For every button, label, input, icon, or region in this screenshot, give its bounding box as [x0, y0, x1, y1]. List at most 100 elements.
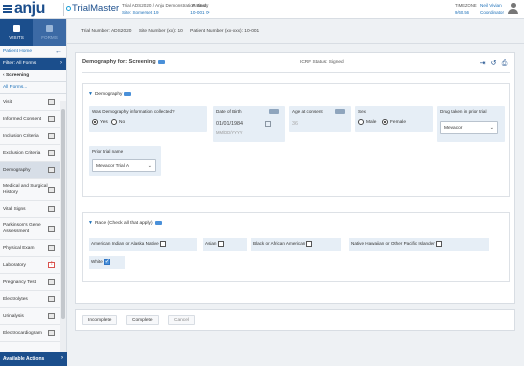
info-icon[interactable] — [154, 220, 162, 225]
drug-select[interactable]: Mevacor ⌄ — [440, 121, 498, 134]
sidebar-item-parkinsons-gene[interactable]: Parkinson's Gene Assessment — [0, 218, 66, 240]
info-collected-field: Was Demography information collected? Ye… — [89, 106, 207, 132]
yes-radio[interactable]: Yes — [92, 119, 108, 125]
dob-input[interactable]: 01/01/1984 — [216, 121, 243, 127]
form-status-icon — [48, 313, 55, 319]
warning-icon — [48, 261, 55, 268]
female-radio[interactable]: Female — [382, 119, 406, 125]
scrollbar-thumb[interactable] — [61, 109, 65, 319]
sidebar-item-exclusion-criteria[interactable]: Exclusion Criteria — [0, 145, 66, 162]
calendar-icon[interactable] — [265, 121, 271, 127]
chevron-down-icon: ⌄ — [489, 125, 494, 131]
sidebar-item-demography[interactable]: Demography — [0, 162, 66, 179]
sidebar-tabs: VISITS FORMS — [0, 19, 66, 46]
radio-selected-icon[interactable] — [382, 119, 388, 125]
sidebar-item-electrocardiogram[interactable]: Electrocardiogram — [0, 325, 66, 342]
form-status-icon — [48, 133, 55, 139]
cancel-button[interactable]: Cancel — [168, 315, 195, 325]
patient-home-link[interactable]: Patient Home ← — [0, 46, 66, 58]
race-black[interactable]: Black or African American — [251, 238, 341, 251]
prior-trial-select[interactable]: Mevacor Trial A ⌄ — [92, 159, 156, 172]
sex-field: Sex Male Female — [355, 106, 433, 132]
info-icon[interactable] — [124, 91, 132, 96]
top-bar: anju TrialMaster Trial ADS2020 / Anju De… — [0, 0, 524, 19]
race-native-hawaiian[interactable]: Native Hawaiian or Other Pacific Islande… — [349, 238, 489, 251]
sidebar-item-visit[interactable]: Visit — [0, 94, 66, 111]
incomplete-button[interactable]: Incomplete — [82, 315, 118, 325]
sidebar-item-laboratory[interactable]: Laboratory — [0, 257, 66, 274]
race-white[interactable]: White — [89, 256, 125, 269]
info-collected-label: Was Demography information collected? — [92, 109, 175, 114]
chevron-right-icon: › — [61, 355, 63, 361]
form-footer: Incomplete Complete Cancel — [75, 309, 515, 331]
user-role[interactable]: Coordinator — [480, 10, 504, 17]
sidebar-item-pregnancy-test[interactable]: Pregnancy Test — [0, 274, 66, 291]
print-icon[interactable]: ⎙ — [501, 60, 508, 67]
screening-header[interactable]: ‹ Screening — [0, 70, 66, 82]
patient-info: Patient: 10-001 ⟳ — [185, 3, 215, 16]
tab-forms[interactable]: FORMS — [33, 19, 66, 46]
chevron-right-icon: › — [60, 60, 62, 66]
checkbox-unchecked-icon[interactable] — [435, 241, 442, 247]
user-name[interactable]: Neil Vivian — [480, 3, 504, 10]
export-icon[interactable]: ⇥ — [479, 60, 486, 67]
dob-edit-button[interactable] — [269, 109, 279, 114]
sidebar-item-urinalysis[interactable]: Urinalysis — [0, 308, 66, 325]
chevron-down-icon: ⌄ — [147, 163, 152, 169]
sidebar-item-physical-exam[interactable]: Physical Exam — [0, 240, 66, 257]
site-number: Site Number (xx): 10 — [138, 29, 183, 34]
form-status-icon — [48, 245, 55, 251]
user-icon[interactable] — [508, 3, 518, 14]
sex-label: Sex — [358, 109, 366, 114]
race-asian[interactable]: Asian — [203, 238, 247, 251]
timezone-value[interactable]: 9/60.56 — [455, 10, 477, 17]
collapse-triangle-icon[interactable]: ▼ — [88, 220, 93, 226]
visits-icon — [13, 25, 20, 32]
complete-button[interactable]: Complete — [126, 315, 159, 325]
race-american-indian[interactable]: American Indian or Alaska Native — [89, 238, 197, 251]
checkbox-unchecked-icon[interactable] — [306, 241, 313, 247]
sidebar-item-inclusion-criteria[interactable]: Inclusion Criteria — [0, 128, 66, 145]
form-status-icon — [48, 296, 55, 302]
demography-section-title[interactable]: ▼ Demography — [88, 91, 132, 97]
age-label: Age at consent — [292, 109, 323, 114]
radio-selected-icon[interactable] — [92, 119, 98, 125]
sidebar-scrollbar[interactable] — [60, 101, 66, 357]
back-arrow-icon[interactable]: ← — [55, 48, 62, 55]
timezone-label: TIMEZONE — [455, 3, 477, 8]
form-status-icon — [48, 206, 55, 212]
male-radio[interactable]: Male — [358, 119, 376, 125]
checkbox-unchecked-icon[interactable] — [159, 241, 166, 247]
info-icon[interactable] — [157, 59, 165, 64]
radio-unselected-icon[interactable] — [358, 119, 364, 125]
chevron-left-icon[interactable]: ‹ — [3, 73, 5, 78]
checkbox-checked-icon[interactable] — [103, 258, 110, 265]
history-icon[interactable]: ↺ — [490, 60, 497, 67]
radio-unselected-icon[interactable] — [111, 119, 117, 125]
form-status-icon — [48, 99, 55, 105]
checkbox-unchecked-icon[interactable] — [217, 241, 224, 247]
sidebar-item-medical-history[interactable]: Medical and Surgical History — [0, 179, 66, 201]
no-radio[interactable]: No — [111, 119, 125, 125]
all-forms-link[interactable]: All Forms... — [0, 82, 66, 94]
refresh-icon[interactable]: ⟳ — [206, 10, 210, 15]
available-actions-button[interactable]: Available Actions › — [0, 352, 67, 366]
logo-separator — [63, 3, 64, 16]
collapse-triangle-icon[interactable]: ▼ — [88, 91, 93, 97]
tab-visits[interactable]: VISITS — [0, 19, 33, 46]
dob-label: Date of Birth — [216, 109, 242, 114]
form-status-icon — [48, 167, 55, 173]
sidebar-item-vital-signs[interactable]: Vital Signs — [0, 201, 66, 218]
patient-id-link[interactable]: 10-001 ⟳ — [185, 10, 215, 17]
filter-dropdown[interactable]: Filter: All Forms › — [0, 58, 66, 70]
sidebar-item-informed-consent[interactable]: Informed Consent — [0, 111, 66, 128]
form-status-icon — [48, 279, 55, 285]
race-section-title[interactable]: ▼ Race (Check all that apply) — [88, 220, 162, 226]
trial-number: Trial Number: ADS2020 — [81, 29, 132, 34]
sidebar-item-electrolytes[interactable]: Electrolytes — [0, 291, 66, 308]
user-info[interactable]: Neil Vivian Coordinator — [480, 3, 504, 16]
hamburger-menu-icon[interactable] — [3, 5, 12, 13]
prior-trial-name-field: Prior trial name Mevacor Trial A ⌄ — [89, 146, 161, 176]
demography-section: ▼ Demography Was Demography information c… — [82, 83, 510, 197]
age-edit-button[interactable] — [335, 109, 345, 114]
